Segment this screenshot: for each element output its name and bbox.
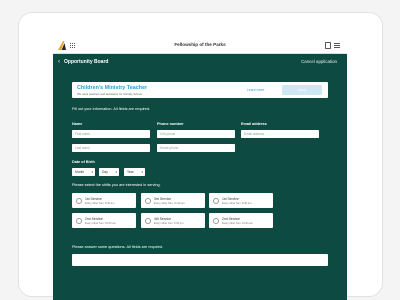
question-field[interactable] xyxy=(72,254,328,266)
shift-option[interactable]: 2nd Service Every other Sun, 10:00 am xyxy=(72,213,136,228)
radio-button[interactable] xyxy=(145,197,151,204)
shift-option[interactable]: 4th Service Every other Sun, 5:00 pm xyxy=(141,213,205,228)
first-name-input[interactable] xyxy=(72,130,150,138)
questions-label: Please answer some questions. All fields… xyxy=(72,245,164,249)
chevron-down-icon: ▾ xyxy=(141,170,143,174)
menu-icon[interactable] xyxy=(334,43,340,48)
shift-name: 1st Service xyxy=(222,196,239,201)
cell-phone-input[interactable] xyxy=(157,130,235,138)
shift-time: Every other Sun, 8:30 am xyxy=(222,201,252,205)
radio-button[interactable] xyxy=(76,217,82,224)
book-icon[interactable] xyxy=(325,42,331,49)
email-label: Email address xyxy=(241,122,267,126)
shift-time: Every other Sun, 8:30 am xyxy=(85,201,115,205)
day-value: Day xyxy=(102,170,108,174)
email-input[interactable] xyxy=(241,130,319,138)
day-select[interactable]: Day ▾ xyxy=(99,168,119,176)
shift-time: Every other Sun, 11:30 am xyxy=(154,201,185,205)
radio-button[interactable] xyxy=(145,217,151,224)
radio-button[interactable] xyxy=(213,217,219,224)
page-title: Opportunity Board xyxy=(64,59,109,65)
name-label: Name xyxy=(72,122,83,126)
cancel-application-link[interactable]: Cancel application xyxy=(301,59,337,64)
shift-name: 2nd Service xyxy=(85,216,103,221)
radio-button[interactable] xyxy=(213,197,219,204)
back-chevron-icon[interactable]: ‹ xyxy=(58,58,60,66)
shift-time: Every other Sun, 10:00 am xyxy=(85,221,116,225)
chevron-down-icon: ▾ xyxy=(91,170,93,174)
app-screen: Fellowship of the Parks ‹ Opportunity Bo… xyxy=(53,38,347,300)
year-select[interactable]: Year ▾ xyxy=(124,168,145,176)
shift-time: Every other Sun, 10:00 am xyxy=(222,221,253,225)
top-bar: Fellowship of the Parks xyxy=(53,38,347,54)
month-value: Month xyxy=(75,170,85,174)
nav-bar: ‹ Opportunity Board Cancel application xyxy=(53,54,347,70)
apply-button[interactable]: Apply xyxy=(282,85,322,95)
opportunity-subtitle: We need teachers and assistants for Sund… xyxy=(77,92,142,96)
home-phone-input[interactable] xyxy=(157,144,235,152)
form-intro: Fill out your information. All fields ar… xyxy=(72,107,151,111)
opportunity-title: Children's Ministry Teacher xyxy=(77,85,148,91)
opportunity-card: Children's Ministry Teacher We need teac… xyxy=(72,82,328,98)
shift-name: 1st Service xyxy=(85,196,102,201)
app-title: Fellowship of the Parks xyxy=(174,42,226,47)
shift-name: 4th Service xyxy=(154,216,171,221)
shift-option[interactable]: 1st Service Every other Sun, 8:30 am xyxy=(209,193,273,208)
shift-name: 3rd Service xyxy=(154,196,172,201)
shifts-label: Please select the shifts you are interes… xyxy=(72,183,161,187)
phone-label: Phone number xyxy=(157,122,184,126)
last-name-input[interactable] xyxy=(72,144,150,152)
shift-time: Every other Sun, 5:00 pm xyxy=(154,221,184,225)
year-value: Year xyxy=(127,170,134,174)
dob-label: Date of Birth xyxy=(72,160,95,164)
radio-button[interactable] xyxy=(76,197,82,204)
shift-option[interactable]: 2nd Service Every other Sun, 10:00 am xyxy=(209,213,273,228)
learn-more-link[interactable]: Learn more xyxy=(247,88,264,92)
month-select[interactable]: Month ▾ xyxy=(72,168,95,176)
shift-option[interactable]: 1st Service Every other Sun, 8:30 am xyxy=(72,193,136,208)
shift-name: 2nd Service xyxy=(222,216,240,221)
chevron-down-icon: ▾ xyxy=(115,170,117,174)
shift-option[interactable]: 3rd Service Every other Sun, 11:30 am xyxy=(141,193,205,208)
